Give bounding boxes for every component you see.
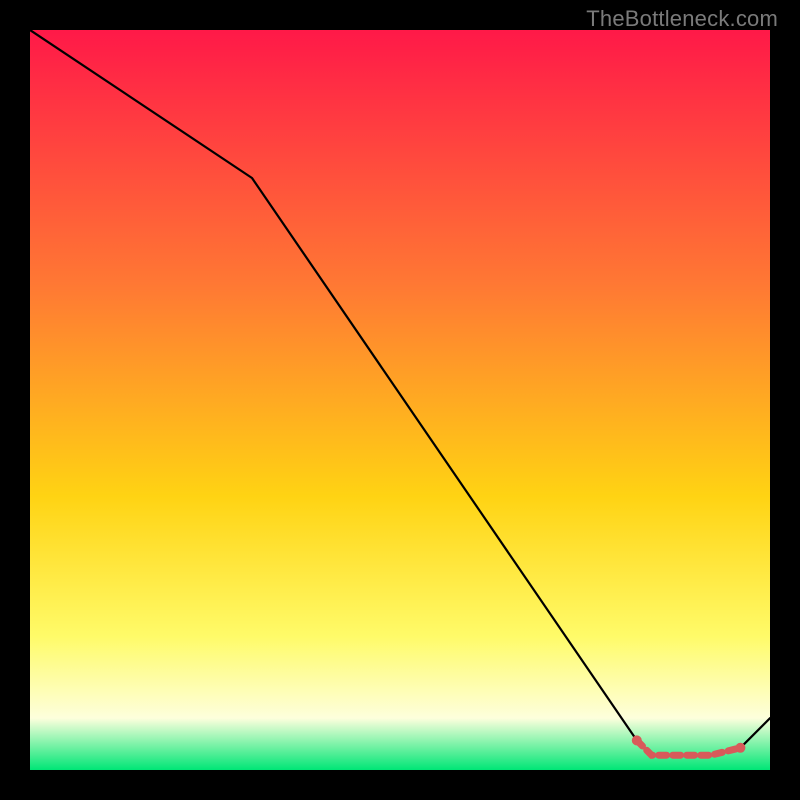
chart-plot-area <box>30 30 770 770</box>
chart-svg <box>30 30 770 770</box>
heat-gradient-background <box>30 30 770 770</box>
optimal-range-endpoint <box>735 743 745 753</box>
attribution-text: TheBottleneck.com <box>586 6 778 32</box>
optimal-range-endpoint <box>632 735 642 745</box>
